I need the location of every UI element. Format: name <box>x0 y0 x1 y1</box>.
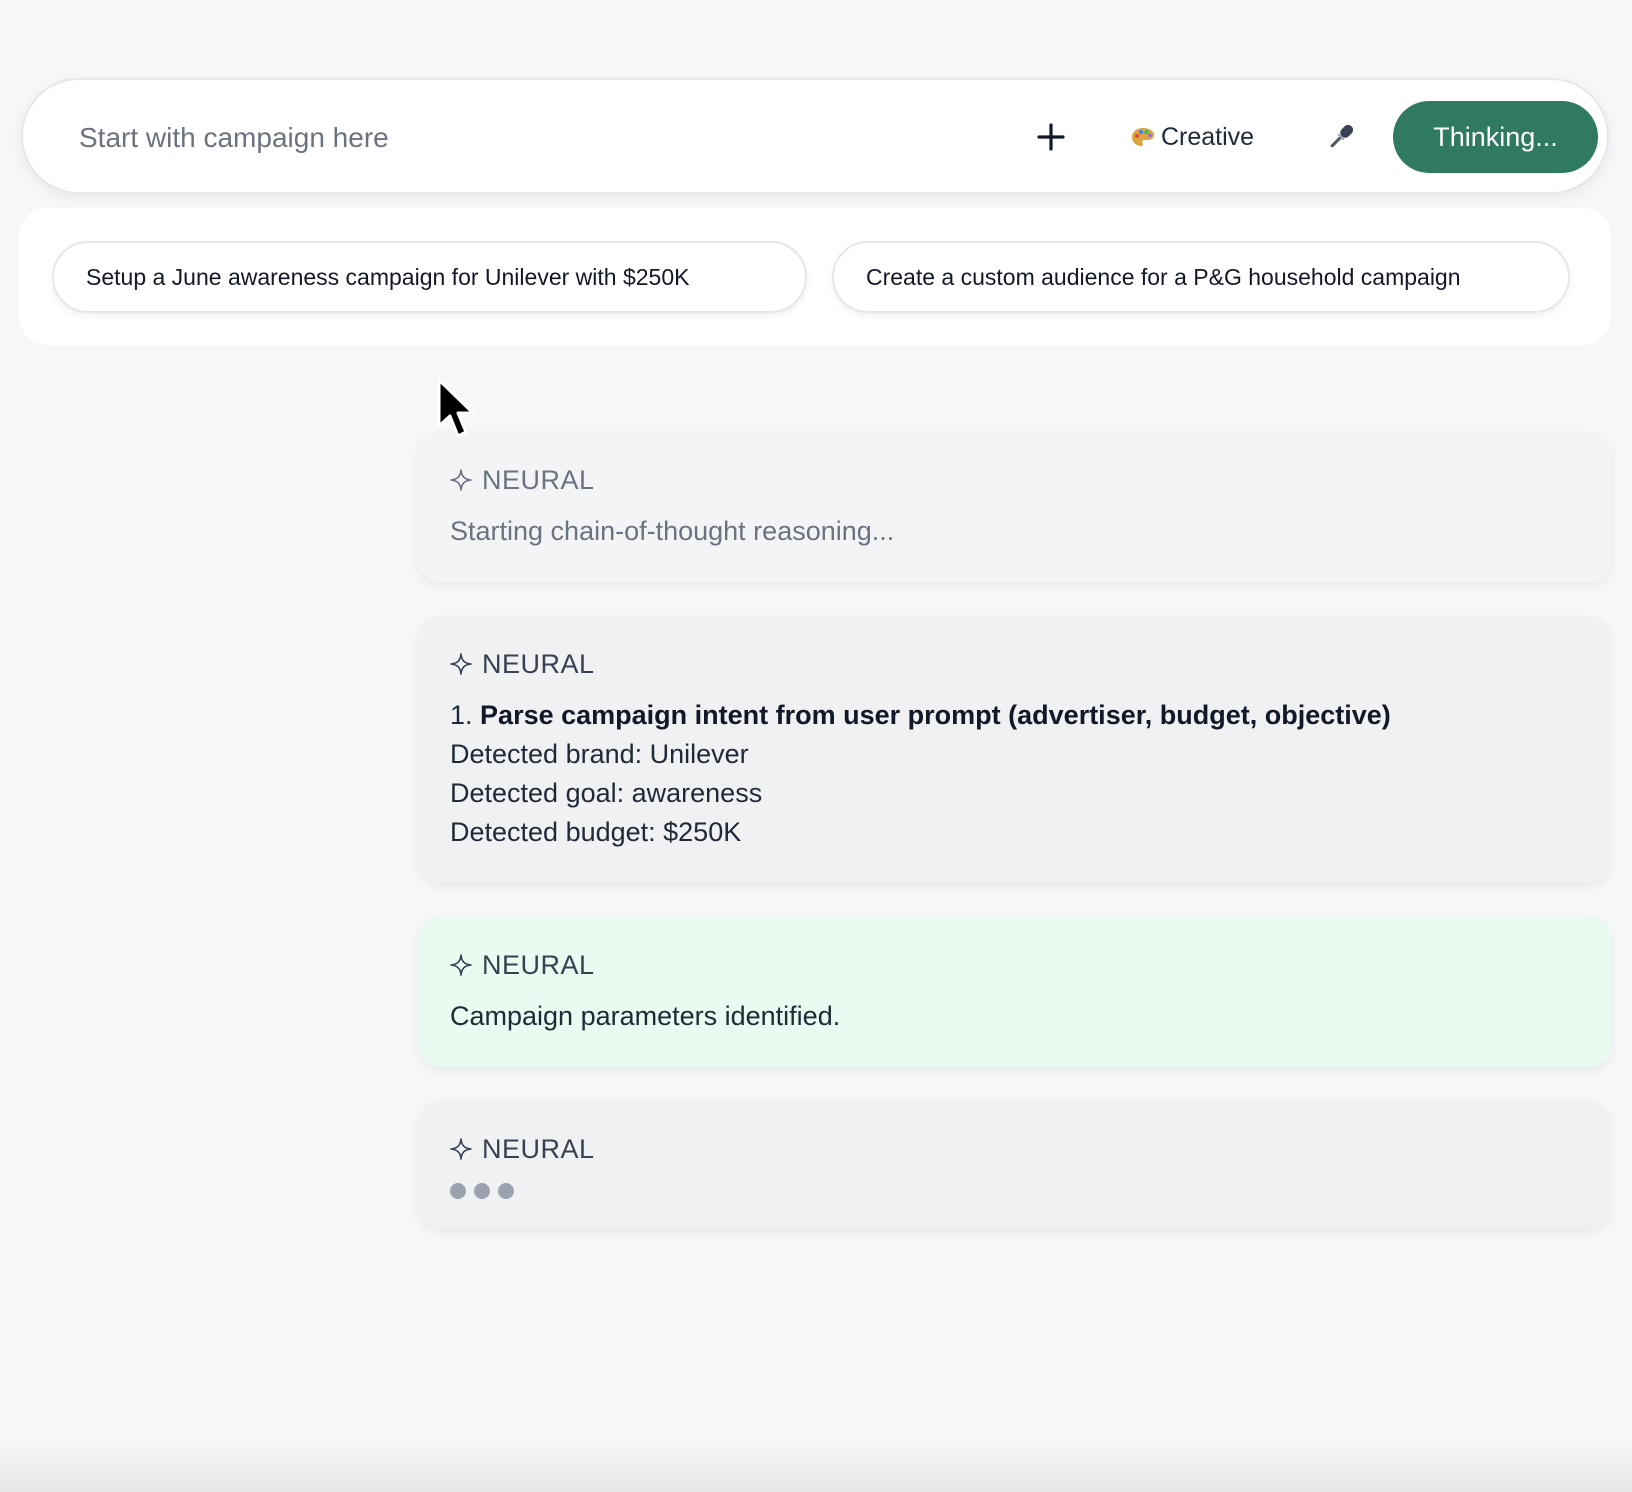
step-number: 1. <box>450 700 473 730</box>
sender-label: NEURAL <box>482 1133 595 1164</box>
suggestion-chip[interactable]: Setup a June awareness campaign for Unil… <box>52 241 807 313</box>
creative-mode-label: Creative <box>1161 122 1255 151</box>
message-header: NEURAL <box>450 646 1579 682</box>
palette-icon <box>1132 128 1154 146</box>
message-header: NEURAL <box>450 462 1579 498</box>
sparkle-icon <box>450 653 472 675</box>
sender-label: NEURAL <box>482 949 595 980</box>
bottom-edge <box>0 1440 1632 1492</box>
detected-brand-line: Detected brand: Unilever <box>450 739 749 769</box>
typing-dot <box>498 1183 514 1199</box>
creative-mode-button[interactable]: Creative <box>1131 110 1254 164</box>
message-text: Campaign parameters identified. <box>450 1001 841 1031</box>
detected-goal-line: Detected goal: awareness <box>450 778 763 808</box>
detected-budget-line: Detected budget: $250K <box>450 817 742 847</box>
message-card: NEURAL 1. Parse campaign intent from use… <box>418 616 1611 882</box>
campaign-prompt-input[interactable] <box>79 116 979 160</box>
sender-label: NEURAL <box>482 464 595 495</box>
typing-indicator <box>450 1183 1579 1199</box>
message-text: Starting chain-of-thought reasoning... <box>450 516 895 546</box>
step-heading: 1. Parse campaign intent from user promp… <box>450 696 1579 735</box>
sparkle-icon <box>450 1138 472 1160</box>
message-card: NEURAL Starting chain-of-thought reasoni… <box>418 432 1611 582</box>
voice-input-button[interactable] <box>1321 110 1361 164</box>
page: Creative Thinking... Setup a June awaren… <box>0 0 1632 1492</box>
sparkle-icon <box>450 954 472 976</box>
typing-dot <box>450 1183 466 1199</box>
step-title: Parse campaign intent from user prompt (… <box>480 700 1391 730</box>
message-header: NEURAL <box>450 947 1579 983</box>
add-attachment-button[interactable] <box>1026 112 1076 162</box>
typing-dot <box>474 1183 490 1199</box>
message-header: NEURAL <box>450 1131 1579 1167</box>
mouse-cursor-icon <box>437 378 475 438</box>
message-card-success: NEURAL Campaign parameters identified. <box>418 917 1611 1067</box>
suggestion-chip[interactable]: Create a custom audience for a P&G house… <box>832 241 1570 313</box>
message-card-typing: NEURAL <box>418 1101 1611 1228</box>
sparkle-icon <box>450 469 472 491</box>
plus-icon <box>1037 123 1065 151</box>
suggestions-panel: Setup a June awareness campaign for Unil… <box>19 208 1611 345</box>
prompt-bar: Creative Thinking... <box>21 78 1609 194</box>
submit-button[interactable]: Thinking... <box>1393 101 1598 173</box>
sender-label: NEURAL <box>482 648 595 679</box>
message-body: 1. Parse campaign intent from user promp… <box>450 696 1579 852</box>
microphone-icon <box>1330 124 1354 148</box>
